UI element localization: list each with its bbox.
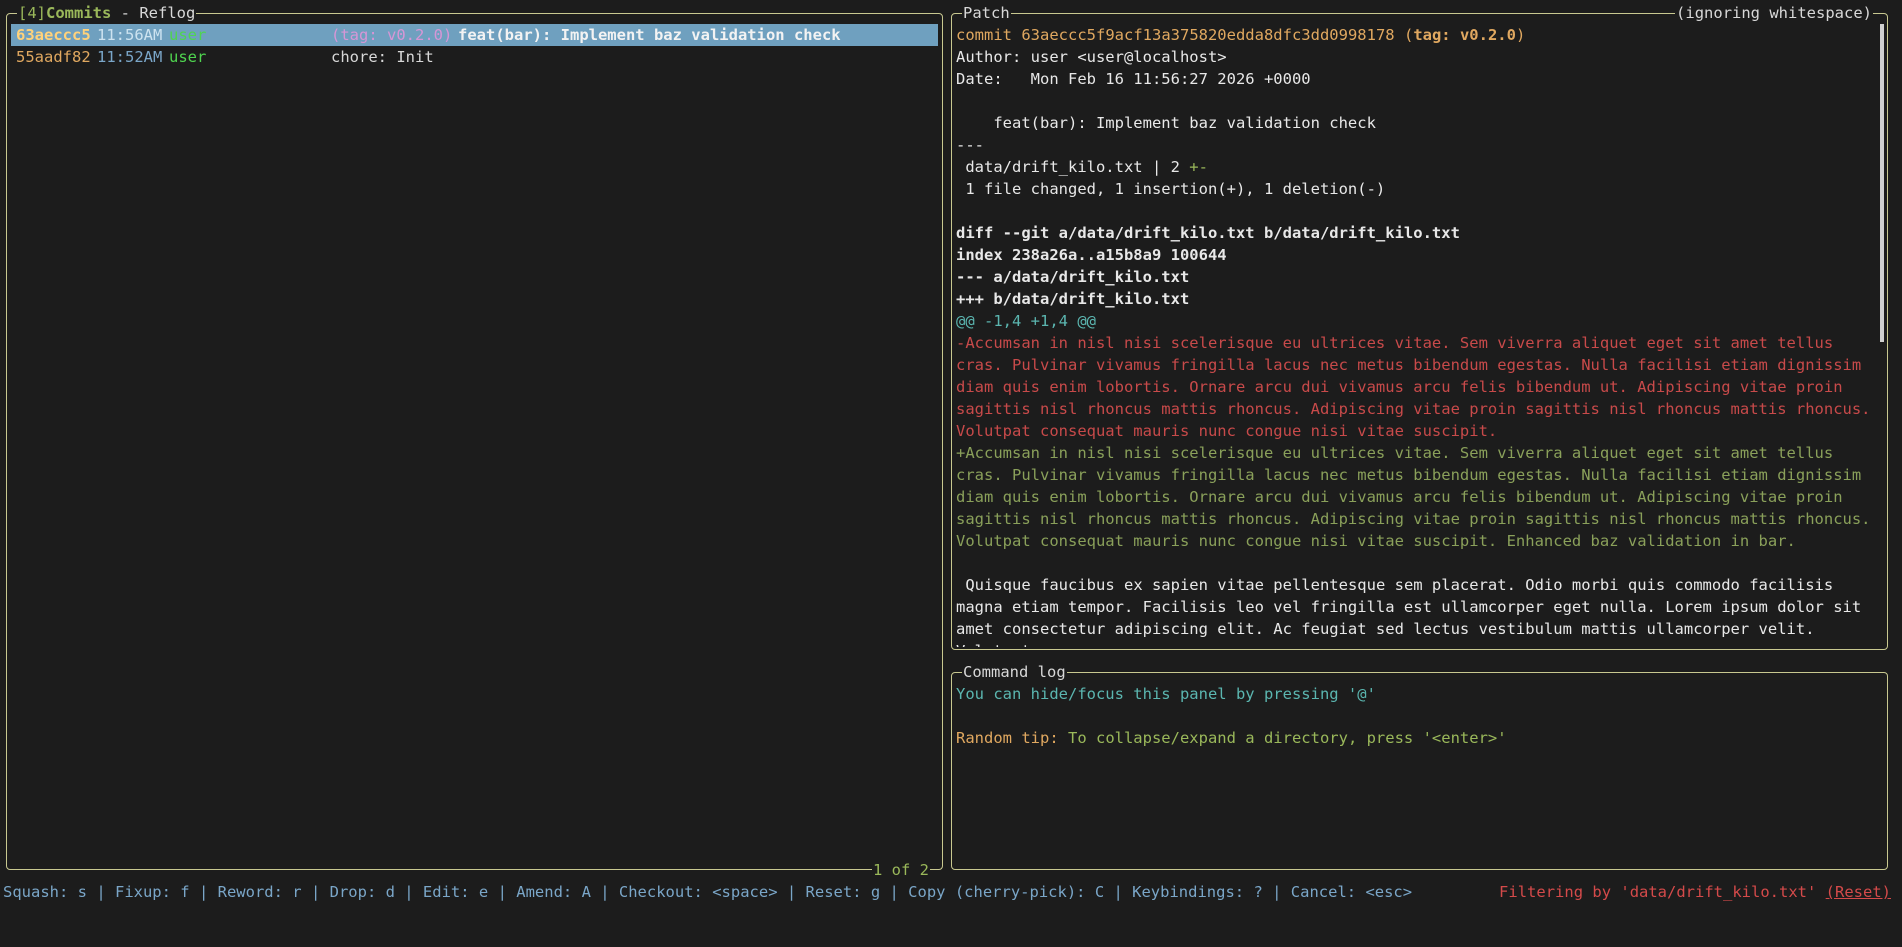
commit-label: commit	[956, 26, 1012, 44]
filter-status: Filtering by 'data/drift_kilo.txt' (Rese…	[1499, 881, 1891, 903]
stat-summary: 1 file changed, 1 insertion(+), 1 deleti…	[956, 180, 1386, 198]
tag-open: (	[1403, 26, 1414, 44]
context-line: Quisque faucibus ex sapien vitae pellent…	[956, 576, 1862, 647]
whitespace-indicator: (ignoring whitespace)	[1675, 3, 1873, 23]
random-tip: Random tip: To collapse/expand a directo…	[956, 727, 1877, 749]
tab-reflog[interactable]: Reflog	[139, 4, 195, 22]
command-log-hint: You can hide/focus this panel by pressin…	[956, 685, 1376, 703]
panel-index: [4]	[18, 4, 46, 22]
command-log-title: Command log	[962, 662, 1067, 682]
commit-message: chore: Init	[331, 48, 434, 66]
tip-text: To collapse/expand a directory, press '<…	[1058, 729, 1507, 747]
commit-tag: (tag: v0.2.0)	[331, 26, 453, 44]
commit-message: feat(bar): Implement baz validation chec…	[458, 26, 841, 44]
hunk-header: @@ -1,4 +1,4 @@	[956, 312, 1096, 330]
commit-tag: tag: v0.2.0	[1413, 26, 1516, 44]
stat-line: data/drift_kilo.txt | 2 +-	[956, 156, 1873, 178]
status-bar: Squash: s | Fixup: f | Reword: r | Drop:…	[3, 881, 1899, 903]
list-position: 1 of 2	[872, 860, 930, 880]
date-line: Date: Mon Feb 16 11:56:27 2026 +0000	[956, 70, 1311, 88]
stat-marks: +-	[1189, 158, 1208, 176]
commit-header-line: commit 63aeccc5f9acf13a375820edda8dfc3dd…	[956, 24, 1873, 46]
commit-list[interactable]: 63aeccc5 11:56AM user (tag: v0.2.0) feat…	[11, 24, 938, 68]
tip-label: Random tip:	[956, 729, 1059, 747]
tag-close: )	[1515, 26, 1526, 44]
diff-header: diff --git a/data/drift_kilo.txt b/data/…	[956, 224, 1460, 242]
commits-panel[interactable]: [4]Commits - Reflog 63aeccc5 11:56AM use…	[6, 3, 943, 880]
patch-panel-title: Patch	[962, 3, 1011, 23]
title-separator: -	[111, 4, 140, 22]
patch-panel[interactable]: Patch (ignoring whitespace) commit 63aec…	[951, 3, 1888, 650]
patch-content[interactable]: commit 63aeccc5f9acf13a375820edda8dfc3dd…	[956, 24, 1873, 647]
separator-line: ---	[956, 136, 984, 154]
keybinding-hints: Squash: s | Fixup: f | Reword: r | Drop:…	[3, 883, 1413, 901]
commit-sha: 63aeccc5	[16, 26, 91, 44]
commit-time: 11:52AM	[97, 48, 163, 66]
index-line: index 238a26a..a15b8a9 100644	[956, 246, 1227, 264]
commit-row[interactable]: 55aadf82 11:52AM user chore: Init	[11, 46, 938, 68]
commit-author: user	[169, 26, 207, 44]
commit-sha: 55aadf82	[16, 48, 91, 66]
author-line: Author: user <user@localhost>	[956, 48, 1227, 66]
commit-row[interactable]: 63aeccc5 11:56AM user (tag: v0.2.0) feat…	[11, 24, 938, 46]
commit-message-line: feat(bar): Implement baz validation chec…	[956, 114, 1376, 132]
commit-hash: 63aeccc5f9acf13a375820edda8dfc3dd0998178	[1021, 26, 1395, 44]
patch-scrollbar[interactable]	[1880, 24, 1884, 342]
added-line: +Accumsan in nisl nisi scelerisque eu ul…	[956, 444, 1871, 550]
stat-file: data/drift_kilo.txt | 2	[956, 158, 1190, 176]
filter-text: Filtering by 'data/drift_kilo.txt'	[1499, 883, 1826, 901]
command-log-panel[interactable]: Command log You can hide/focus this pane…	[951, 662, 1888, 870]
commit-time: 11:56AM	[97, 26, 163, 44]
removed-line: -Accumsan in nisl nisi scelerisque eu ul…	[956, 334, 1871, 440]
commits-panel-title[interactable]: [4]Commits - Reflog	[17, 3, 197, 23]
old-file-line: --- a/data/drift_kilo.txt	[956, 268, 1190, 286]
reset-filter-link[interactable]: (Reset)	[1826, 883, 1891, 901]
command-log-content: You can hide/focus this panel by pressin…	[956, 683, 1877, 749]
new-file-line: +++ b/data/drift_kilo.txt	[956, 290, 1190, 308]
commit-author: user	[169, 48, 207, 66]
tab-commits[interactable]: Commits	[46, 4, 111, 22]
